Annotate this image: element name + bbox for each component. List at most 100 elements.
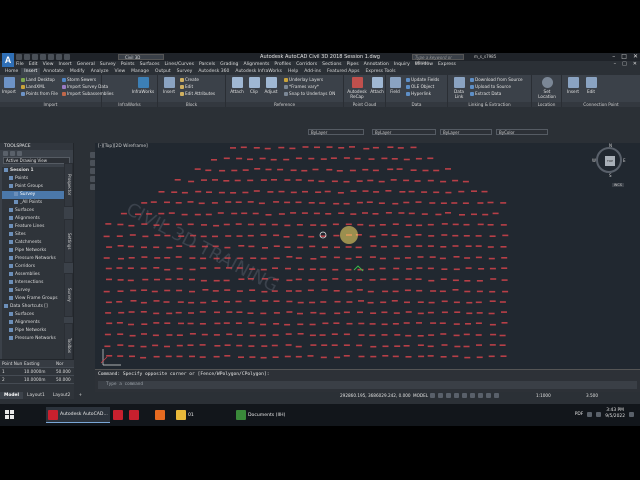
points-from-file-button[interactable]: Points from File [21,91,58,96]
data-link-button[interactable]: Data Link [450,77,468,99]
color-dropdown[interactable]: ByLayer [440,129,492,135]
maximize-button[interactable]: □ [621,53,627,60]
compass-west[interactable]: W [592,158,596,163]
toolspace-filter-icon[interactable] [10,151,15,156]
set-location-button[interactable]: Set Location [535,77,559,99]
menu-annotation[interactable]: Annotation [364,61,389,68]
menu-alignments[interactable]: Alignments [243,61,269,68]
grid-icon[interactable] [430,393,435,398]
taskbar-app[interactable]: Autodesk AutoCAD... [46,407,110,423]
print-icon[interactable] [48,54,54,60]
layout-tab-add[interactable]: + [74,392,86,399]
tree-item[interactable]: Catchments [2,239,64,247]
selection-cycling-icon[interactable] [494,393,499,398]
wcs-menu[interactable]: WCS [611,183,624,187]
menu-profiles[interactable]: Profiles [274,61,291,68]
doc-minimize-button[interactable]: – [614,61,617,68]
table-row[interactable]: 2 10.0000m 50.000 [0,376,74,384]
taskbar-app[interactable]: Documents (IIH) [234,407,287,423]
layer-dropdown[interactable]: ByLayer [308,129,364,135]
menu-view[interactable]: View [43,61,54,68]
tree-item[interactable]: Pipe Networks [2,247,64,255]
undo-icon[interactable] [56,54,62,60]
redo-icon[interactable] [64,54,70,60]
tree-item[interactable]: Corridors [2,263,64,271]
doc-close-button[interactable]: ✕ [633,61,637,68]
tree-item[interactable]: Intersections [2,279,64,287]
app-logo[interactable]: A [2,53,14,67]
tab-view[interactable]: View [111,68,128,75]
compass-south[interactable]: S [609,173,612,178]
compass-east[interactable]: E [623,158,626,163]
adjust-button[interactable]: Adjust [263,77,279,94]
content-insert-button[interactable]: Insert [566,77,580,94]
menu-general[interactable]: General [77,61,95,68]
tab-express-tools[interactable]: Express Tools [362,68,398,75]
ole-object-button[interactable]: OLE Object [406,84,434,89]
field-button[interactable]: Field [388,77,402,94]
infraworks-button[interactable]: InfraWorks [130,77,156,94]
panel-title-reference[interactable]: Reference [226,102,343,107]
edit-attributes-button[interactable]: Edit Attributes [180,91,215,96]
close-button[interactable]: ✕ [633,53,638,60]
lineweight-dropdown[interactable]: ByColor [496,129,548,135]
landxml-button[interactable]: LandXML [21,84,45,89]
model-space-toggle[interactable]: MODEL [413,392,428,399]
frames-vary-dropdown[interactable]: *Frames vary* [284,84,319,89]
attach-button[interactable]: Attach [230,77,244,94]
autodesk-recap-button[interactable]: Autodesk ReCap [345,77,369,99]
toolspace-title[interactable]: TOOLSPACE [0,143,73,150]
grid-header-easting[interactable]: Easting [22,360,54,367]
layout-tab-layout2[interactable]: Layout2 [49,392,75,399]
panel-title-import[interactable]: Import [0,102,101,107]
land-desktop-button[interactable]: Land Desktop [21,77,55,82]
tab-annotate[interactable]: Annotate [40,68,67,75]
underlay-layers-button[interactable]: Underlay Layers [284,77,323,82]
compass-north[interactable]: N [609,143,612,148]
taskbar-app[interactable]: 01 [174,407,196,423]
clip-button[interactable]: Clip [247,77,261,94]
menu-inquiry[interactable]: Inquiry [394,61,410,68]
minimize-button[interactable]: – [612,53,615,60]
tab-modify[interactable]: Modify [67,68,88,75]
tab-home[interactable]: Home [2,68,21,75]
notifications-icon[interactable] [629,411,634,417]
tree-item[interactable]: Survey [2,191,64,199]
tree-item[interactable]: Alignments [2,215,64,223]
insert-block-button[interactable]: Insert [162,77,176,94]
tab-featured-apps[interactable]: Featured Apps [324,68,362,75]
taskbar-app[interactable] [111,407,125,423]
upload-to-source-button[interactable]: Upload to Source [470,84,511,89]
create-block-button[interactable]: Create [180,77,199,82]
language-indicator[interactable]: PDF [575,412,584,417]
import-button[interactable]: Import [2,77,16,94]
saveas-icon[interactable] [40,54,46,60]
tab-add-ins[interactable]: Add-ins [301,68,324,75]
search-input[interactable]: Type a keyword or phrase [412,54,464,65]
coordinates-readout[interactable]: 292860.195, 3686029.242, 0.000 [340,392,411,399]
download-from-source-button[interactable]: Download from Source [470,77,523,82]
tree-item[interactable]: Assemblies [2,271,64,279]
units-readout[interactable]: 3.500 [586,392,598,399]
content-edit-button[interactable]: Edit [584,77,598,94]
taskbar-app[interactable] [127,407,141,423]
menu-sections[interactable]: Sections [322,61,341,68]
menu-points[interactable]: Points [121,61,135,68]
tab-output[interactable]: Output [152,68,174,75]
polar-icon[interactable] [454,393,459,398]
menu-lines-curves[interactable]: Lines/Curves [165,61,194,68]
windows-start-icon[interactable] [5,410,14,419]
grid-header-northing[interactable]: Nor [54,360,74,367]
side-tab-settings[interactable]: Settings [64,219,73,263]
tree-item[interactable]: Pressure Networks [2,255,64,263]
lineweight-icon[interactable] [478,393,483,398]
menu-edit[interactable]: Edit [29,61,38,68]
viewcube[interactable]: TOP N S E W [592,143,626,178]
hyperlink-button[interactable]: Hyperlink [406,91,431,96]
tree-item[interactable]: _All Points [2,199,64,207]
snap-underlays-button[interactable]: Snap to Underlays ON [284,91,335,96]
toolspace-refresh-icon[interactable] [3,151,8,156]
side-tab-survey[interactable]: Survey [64,273,73,317]
otrack-icon[interactable] [470,393,475,398]
viewcube-top-face[interactable]: TOP [605,156,615,166]
